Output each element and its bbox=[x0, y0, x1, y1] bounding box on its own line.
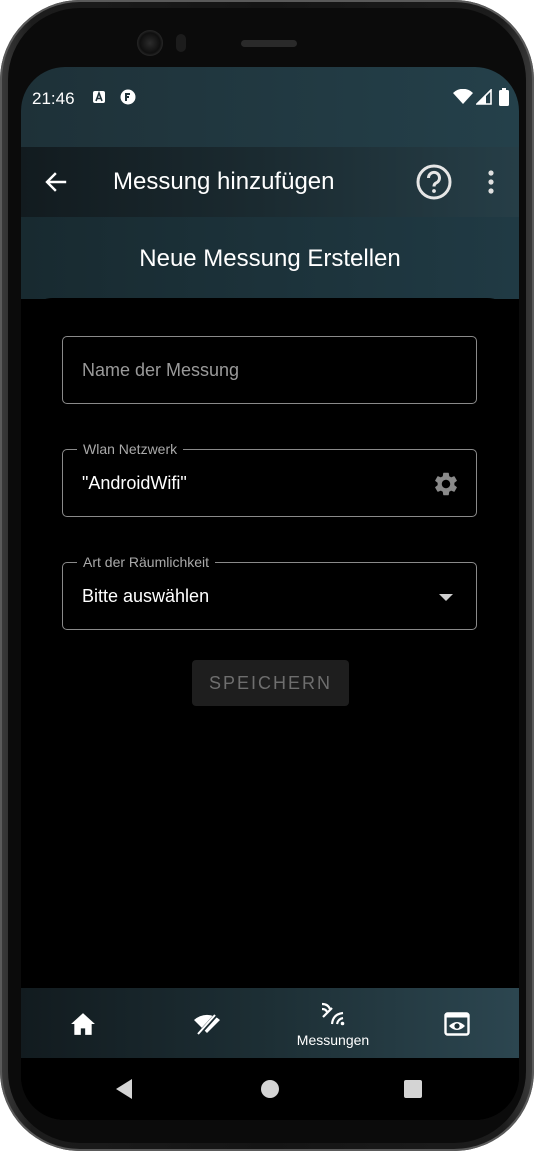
name-field-placeholder: Name der Messung bbox=[82, 360, 240, 380]
app-bar: Messung hinzufügen bbox=[21, 147, 519, 217]
name-field[interactable]: Name der Messung bbox=[62, 336, 477, 404]
back-triangle-icon[interactable] bbox=[116, 1079, 132, 1099]
screen: 21:46 Messung hinzufügen Neue Messung Er… bbox=[21, 67, 519, 1120]
room-type-label: Art der Räumlichkeit bbox=[77, 554, 216, 570]
save-button[interactable]: SPEICHERN bbox=[192, 660, 349, 706]
wifi-off-icon bbox=[194, 1013, 220, 1036]
proximity-sensor bbox=[176, 34, 186, 52]
battery-icon bbox=[499, 88, 509, 106]
front-camera bbox=[137, 30, 163, 56]
nav-item-home[interactable] bbox=[21, 988, 145, 1058]
status-bar: 21:46 bbox=[21, 67, 519, 147]
phone-frame: 21:46 Messung hinzufügen Neue Messung Er… bbox=[0, 0, 534, 1151]
nav-label-messungen: Messungen bbox=[296, 1032, 370, 1048]
subheader-title: Neue Messung Erstellen bbox=[139, 245, 401, 272]
system-nav-bar bbox=[21, 1058, 519, 1120]
subheader: Neue Messung Erstellen bbox=[21, 217, 519, 299]
dropdown-arrow-icon bbox=[439, 594, 453, 601]
room-type-select[interactable]: Art der Räumlichkeit Bitte auswählen bbox=[62, 554, 477, 630]
recents-square-icon[interactable] bbox=[404, 1080, 422, 1098]
gear-icon[interactable] bbox=[432, 470, 460, 498]
bottom-nav: Messungen bbox=[21, 988, 519, 1058]
measurements-icon bbox=[321, 1002, 345, 1026]
more-vertical-icon[interactable] bbox=[481, 167, 501, 197]
earpiece-speaker bbox=[241, 40, 297, 47]
arrow-left-icon[interactable] bbox=[43, 169, 69, 195]
nav-item-messungen[interactable]: Messungen bbox=[271, 988, 395, 1058]
home-icon bbox=[71, 1013, 95, 1035]
eye-box-icon bbox=[444, 1012, 470, 1036]
wlan-field[interactable]: Wlan Netzwerk "AndroidWifi" bbox=[62, 441, 477, 517]
nav-item-view[interactable] bbox=[395, 988, 519, 1058]
help-circle-icon[interactable] bbox=[415, 163, 453, 201]
room-type-value: Bitte auswählen bbox=[82, 586, 210, 606]
form-card: Name der Messung Wlan Netzwerk "AndroidW… bbox=[21, 298, 519, 988]
status-time: 21:46 bbox=[32, 89, 75, 108]
page-title: Messung hinzufügen bbox=[113, 168, 335, 195]
wifi-icon bbox=[453, 89, 473, 104]
wlan-field-label: Wlan Netzwerk bbox=[77, 441, 184, 457]
nav-item-wlan[interactable] bbox=[145, 988, 269, 1058]
a-box-icon bbox=[93, 90, 105, 103]
home-circle-icon[interactable] bbox=[261, 1080, 279, 1098]
wlan-field-value: "AndroidWifi" bbox=[82, 473, 187, 493]
signal-icon bbox=[476, 89, 492, 105]
f-circle-icon bbox=[120, 89, 136, 105]
